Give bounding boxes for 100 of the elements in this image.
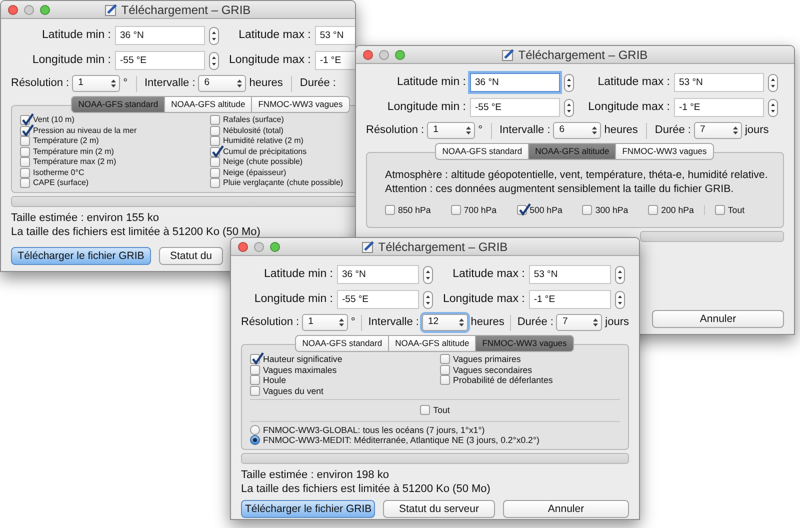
stepper-button[interactable]: [423, 266, 433, 284]
text-field[interactable]: 53 °N: [314, 26, 355, 45]
text-field[interactable]: -1 °E: [314, 51, 355, 70]
dropdown[interactable]: 7: [556, 314, 602, 331]
checkbox-label[interactable]: Cumul de précipitations: [223, 146, 307, 157]
checkbox-label[interactable]: Vagues maximales: [263, 364, 337, 375]
checkbox[interactable]: [210, 136, 220, 146]
radio-button[interactable]: [250, 435, 260, 446]
text-field[interactable]: 36 °N: [115, 26, 205, 45]
checkbox[interactable]: [440, 375, 450, 386]
checkbox-label[interactable]: Nébulosité (total): [223, 126, 284, 136]
checkbox-label[interactable]: Température (2 m): [33, 136, 99, 146]
zoom-button[interactable]: [40, 5, 50, 15]
dropdown[interactable]: 7: [694, 122, 742, 139]
download-button[interactable]: Télécharger le fichier GRIB: [11, 247, 151, 265]
checkbox-label[interactable]: 500 hPa: [530, 205, 562, 216]
text-field[interactable]: 53 °N: [528, 265, 611, 284]
checkbox-label[interactable]: Hauteur significative: [263, 354, 342, 364]
checkbox-label[interactable]: 200 hPa: [661, 205, 694, 216]
radio-button[interactable]: [250, 424, 260, 435]
checkbox[interactable]: [20, 178, 30, 188]
checkbox[interactable]: [440, 364, 450, 375]
checkbox-label[interactable]: 850 hPa: [398, 205, 431, 216]
checkbox[interactable]: [210, 168, 220, 178]
checkbox[interactable]: [20, 136, 30, 146]
checkbox[interactable]: [20, 168, 30, 178]
dropdown[interactable]: 1: [302, 314, 348, 331]
checkbox[interactable]: [20, 157, 30, 168]
checkbox[interactable]: [450, 205, 461, 216]
checkbox-label[interactable]: 700 hPa: [464, 205, 497, 216]
text-field[interactable]: 36 °N: [470, 73, 560, 92]
tab[interactable]: NOAA-GFS standard: [435, 143, 530, 160]
checkbox[interactable]: [714, 205, 725, 216]
radio-label[interactable]: FNMOC-WW3-MEDIT: Méditerranée, Atlantique NE (3 jours, 0.2°x0.2°): [263, 435, 540, 446]
stepper-button[interactable]: [209, 26, 219, 44]
checkbox-label[interactable]: 300 hPa: [595, 205, 628, 216]
tab[interactable]: NOAA-GFS altitude: [388, 335, 476, 352]
checkbox[interactable]: [210, 115, 220, 126]
checkbox[interactable]: [420, 405, 430, 416]
dropdown[interactable]: 6: [198, 75, 246, 92]
text-field[interactable]: -55 °E: [470, 98, 560, 117]
close-button[interactable]: [363, 50, 373, 60]
cancel-button[interactable]: Annuler: [503, 500, 629, 518]
checkbox-label[interactable]: Neige (épaisseur): [223, 168, 286, 178]
checkbox-label[interactable]: Vent (10 m): [33, 115, 74, 126]
checkbox-label[interactable]: Tout: [728, 205, 745, 216]
minimize-button[interactable]: [24, 5, 34, 15]
checkbox-label[interactable]: Pluie verglaçante (chute possible): [223, 178, 344, 188]
stepper-button[interactable]: [614, 290, 625, 308]
stepper-button[interactable]: [614, 266, 625, 284]
checkbox-label[interactable]: Rafales (surface): [223, 115, 284, 126]
checkbox[interactable]: [210, 126, 220, 136]
checkbox-label[interactable]: Humidité relative (2 m): [223, 136, 304, 146]
checkbox[interactable]: [210, 178, 220, 188]
checkbox-label[interactable]: Vagues primaires: [453, 354, 521, 364]
radio-label[interactable]: FNMOC-WW3-GLOBAL: tous les océans (7 jours, 1°x1°): [263, 424, 485, 435]
checkbox[interactable]: [250, 375, 260, 386]
close-button[interactable]: [238, 242, 248, 252]
zoom-button[interactable]: [395, 50, 405, 60]
text-field[interactable]: -55 °E: [115, 51, 205, 70]
checkbox-label[interactable]: Vagues secondaires: [453, 364, 532, 375]
server-status-button[interactable]: Statut du serveur: [383, 500, 495, 518]
tab[interactable]: FNMOC-WW3 vagues: [615, 143, 714, 160]
checkbox[interactable]: [210, 157, 220, 168]
dropdown[interactable]: 6: [553, 122, 602, 139]
stepper-button[interactable]: [209, 52, 219, 70]
checkbox-label[interactable]: Isotherme 0°C: [33, 168, 84, 178]
close-button[interactable]: [8, 5, 18, 15]
cancel-button[interactable]: Annuler: [652, 310, 784, 328]
checkbox[interactable]: [250, 386, 260, 396]
tab[interactable]: FNMOC-WW3 vagues: [251, 96, 350, 113]
stepper-button[interactable]: [564, 98, 574, 116]
checkbox[interactable]: [582, 205, 592, 216]
minimize-button[interactable]: [254, 242, 264, 252]
dropdown[interactable]: 1: [427, 122, 476, 139]
download-button[interactable]: Télécharger le fichier GRIB: [241, 500, 375, 518]
tab[interactable]: NOAA-GFS altitude: [164, 96, 252, 113]
checkbox[interactable]: [648, 205, 658, 216]
text-field[interactable]: -55 °E: [337, 290, 419, 309]
checkbox[interactable]: [440, 354, 450, 364]
text-field[interactable]: 36 °N: [337, 265, 419, 284]
text-field[interactable]: -1 °E: [528, 290, 611, 309]
checkbox-label[interactable]: Température max (2 m): [33, 157, 116, 168]
checkbox[interactable]: [250, 364, 260, 375]
dropdown[interactable]: 1: [72, 75, 120, 92]
stepper-button[interactable]: [423, 290, 433, 308]
checkbox-label[interactable]: Tout: [433, 405, 450, 416]
tab[interactable]: NOAA-GFS standard: [295, 335, 390, 352]
stepper-button[interactable]: [564, 74, 574, 92]
tab[interactable]: NOAA-GFS altitude: [528, 143, 616, 160]
checkbox-label[interactable]: Neige (chute possible): [223, 157, 303, 168]
server-status-button[interactable]: Statut du: [159, 247, 223, 265]
tab[interactable]: NOAA-GFS standard: [71, 96, 166, 113]
text-field[interactable]: -1 °E: [674, 98, 764, 117]
zoom-button[interactable]: [270, 242, 280, 252]
checkbox-label[interactable]: Vagues du vent: [263, 386, 324, 396]
checkbox[interactable]: [20, 146, 30, 157]
minimize-button[interactable]: [379, 50, 389, 60]
checkbox-label[interactable]: Probabilité de déferlantes: [453, 375, 553, 386]
checkbox-label[interactable]: Température min (2 m): [33, 146, 114, 157]
